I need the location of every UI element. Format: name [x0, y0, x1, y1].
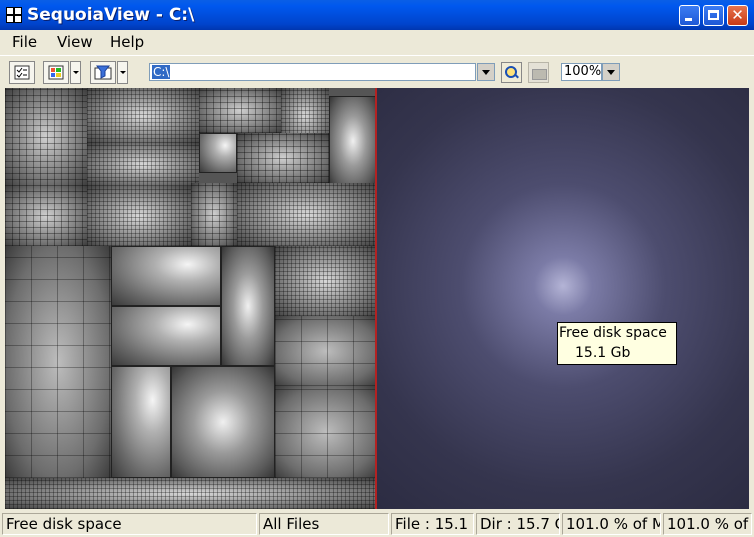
- filter-button[interactable]: [90, 61, 116, 84]
- treemap-cell[interactable]: [237, 133, 329, 183]
- path-dropdown-button[interactable]: [477, 63, 495, 81]
- tooltip-size: 15.1 Gb: [575, 345, 631, 361]
- treemap-cell[interactable]: [275, 246, 375, 316]
- treemap-cell[interactable]: [221, 246, 275, 366]
- treemap-cell[interactable]: [87, 88, 199, 143]
- treemap-cell[interactable]: [191, 183, 237, 246]
- status-file-size: File : 15.1 Gb: [391, 513, 474, 535]
- treemap-cell[interactable]: [87, 143, 199, 186]
- treemap-cell[interactable]: [171, 366, 275, 478]
- status-selected-name: Free disk space: [2, 513, 257, 535]
- checklist-icon: [14, 65, 30, 80]
- zoom-dropdown-button[interactable]: [602, 63, 620, 81]
- menu-bar: File View Help: [0, 30, 754, 52]
- path-combobox[interactable]: C:\: [149, 63, 476, 81]
- close-icon: ✕: [731, 6, 744, 24]
- treemap-cell[interactable]: [275, 386, 375, 478]
- treemap-cell[interactable]: [87, 186, 191, 246]
- filter-icon: [94, 65, 112, 80]
- path-value[interactable]: C:\: [152, 65, 171, 79]
- maximize-button[interactable]: [703, 5, 724, 26]
- treemap-cell[interactable]: [5, 246, 111, 478]
- treemap-cell[interactable]: [111, 246, 221, 306]
- status-bar: Free disk space All Files File : 15.1 Gb…: [0, 511, 754, 537]
- status-percent-2: 101.0 % of: [663, 513, 752, 535]
- treemap-cell[interactable]: [329, 96, 375, 186]
- menu-help[interactable]: Help: [110, 33, 144, 51]
- free-space-region[interactable]: [377, 88, 749, 509]
- folder-button: [528, 62, 549, 83]
- treemap-cell[interactable]: [275, 316, 375, 386]
- minimize-button[interactable]: [679, 5, 700, 26]
- zoom-combobox[interactable]: 100%: [561, 63, 602, 81]
- menu-file[interactable]: File: [12, 33, 37, 51]
- treemap-cell[interactable]: [5, 88, 87, 186]
- treemap-cell[interactable]: [111, 306, 221, 366]
- toolbar: C:\ 100%: [0, 55, 754, 89]
- tooltip: Free disk space 15.1 Gb: [557, 322, 677, 365]
- color-scheme-button[interactable]: [43, 61, 69, 84]
- treemap-cell[interactable]: [5, 186, 87, 246]
- status-percent-1: 101.0 % of M: [562, 513, 661, 535]
- treemap-view[interactable]: [5, 88, 749, 509]
- close-button[interactable]: ✕: [727, 5, 748, 26]
- treemap-cell[interactable]: [199, 133, 237, 173]
- treemap-cell[interactable]: [237, 183, 375, 246]
- title-bar: SequoiaView - C:\ ✕: [0, 0, 754, 30]
- zoom-in-button[interactable]: [501, 62, 522, 83]
- used-space-region[interactable]: [5, 88, 377, 509]
- color-scheme-dropdown[interactable]: [70, 61, 81, 84]
- treemap-cell[interactable]: [199, 88, 281, 133]
- status-filter: All Files: [259, 513, 389, 535]
- checklist-button[interactable]: [9, 61, 35, 84]
- app-icon[interactable]: [6, 7, 22, 23]
- filter-dropdown[interactable]: [117, 61, 128, 84]
- treemap-cell[interactable]: [5, 478, 375, 509]
- treemap-cell[interactable]: [111, 366, 171, 478]
- menu-view[interactable]: View: [57, 33, 93, 51]
- window-title: SequoiaView - C:\: [27, 5, 195, 25]
- color-scheme-icon: [48, 65, 64, 80]
- status-dir-size: Dir : 15.7 Gb: [476, 513, 560, 535]
- tooltip-title: Free disk space: [559, 325, 667, 341]
